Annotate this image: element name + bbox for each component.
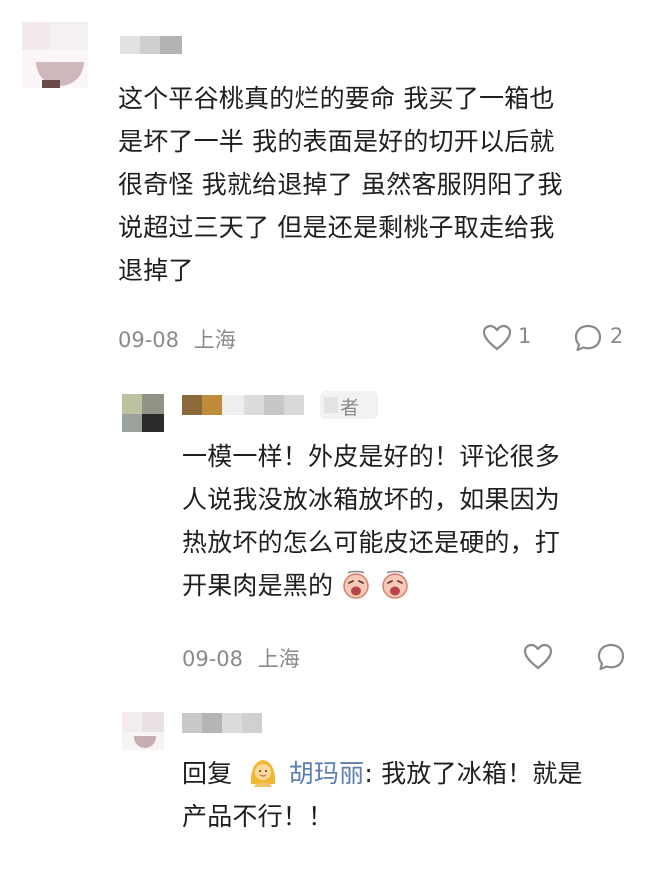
like-count: 1 bbox=[518, 324, 532, 348]
comment-date: 09-08 bbox=[182, 647, 244, 671]
comment-date: 09-08 bbox=[118, 328, 180, 352]
comment-line: 说超过三天了 但是还是剩桃子取走给我 bbox=[118, 213, 555, 242]
reply-button[interactable]: 2 bbox=[573, 322, 633, 354]
username-blurred[interactable] bbox=[120, 36, 190, 54]
comment-location: 上海 bbox=[193, 328, 236, 352]
comment-meta: 09-08 上海 bbox=[118, 324, 236, 354]
comment-meta: 09-08 上海 bbox=[182, 643, 300, 673]
reply-count: 2 bbox=[610, 324, 624, 348]
author-badge-label: 者 bbox=[340, 397, 360, 419]
avatar[interactable] bbox=[122, 712, 164, 750]
reply-to-username[interactable]: 胡玛丽 bbox=[289, 759, 365, 788]
avatar[interactable] bbox=[122, 394, 164, 432]
comment-line-with-emoji: 开果肉是黑的 bbox=[182, 564, 642, 607]
reply-first-line: 回复 胡玛丽: 我放了冰箱！就是 bbox=[182, 752, 642, 795]
like-button[interactable]: 1 bbox=[482, 322, 542, 354]
reply-text: 一模一样！外皮是好的！评论很多 人说我没放冰箱放坏的，如果因为 热放坏的怎么可能… bbox=[182, 435, 642, 607]
comment-line: 退掉了 bbox=[118, 256, 194, 285]
reply-colon: : bbox=[364, 759, 373, 788]
comment-line: 很奇怪 我就给退掉了 虽然客服阴阳了我 bbox=[118, 170, 563, 199]
author-badge: 者 bbox=[320, 391, 378, 419]
comment-line: 这个平谷桃真的烂的要命 我买了一箱也 bbox=[118, 84, 555, 113]
comment-location: 上海 bbox=[257, 647, 300, 671]
comment-line: 产品不行！！ bbox=[182, 802, 334, 831]
speech-bubble-icon[interactable] bbox=[596, 642, 626, 672]
comment-line: 一模一样！外皮是好的！评论很多 bbox=[182, 442, 561, 471]
username-blurred[interactable] bbox=[182, 713, 266, 733]
heart-outline-icon[interactable] bbox=[523, 643, 553, 671]
person-emoji-icon bbox=[250, 760, 275, 787]
comment-line: 开果肉是黑的 bbox=[182, 571, 334, 600]
heart-outline-icon bbox=[482, 324, 512, 351]
speech-bubble-icon bbox=[574, 324, 602, 352]
username-blurred[interactable] bbox=[182, 395, 306, 415]
comment-line: 人说我没放冰箱放坏的，如果因为 bbox=[182, 485, 561, 514]
crying-face-emoji-icon bbox=[381, 570, 408, 599]
crying-face-emoji-icon bbox=[343, 570, 370, 599]
reply-prefix: 回复 bbox=[182, 759, 233, 788]
avatar[interactable] bbox=[22, 22, 88, 88]
comment-text: 这个平谷桃真的烂的要命 我买了一箱也 是坏了一半 我的表面是好的切开以后就 很奇… bbox=[118, 77, 638, 292]
comment-line: 热放坏的怎么可能皮还是硬的，打 bbox=[182, 528, 561, 557]
reply-text: 回复 胡玛丽: 我放了冰箱！就是 产品不行！！ bbox=[182, 752, 642, 838]
comment-line: 是坏了一半 我的表面是好的切开以后就 bbox=[118, 127, 555, 156]
comment-line: 我放了冰箱！就是 bbox=[381, 759, 583, 788]
